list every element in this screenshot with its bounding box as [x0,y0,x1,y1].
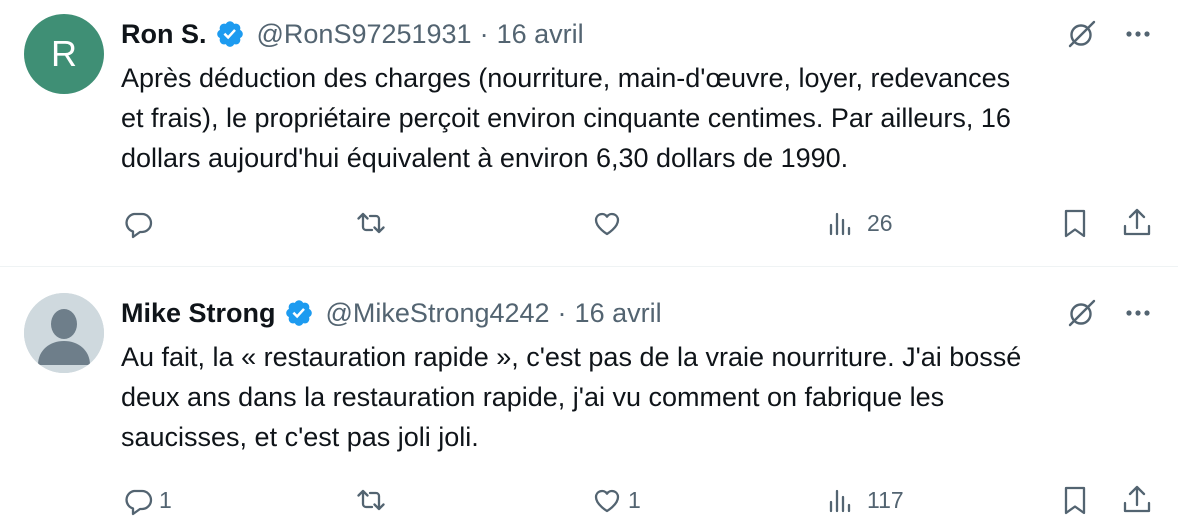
bookmark-icon [1058,483,1092,517]
verified-badge-icon [284,298,314,328]
tweet-header: Ron S. @RonS97251931 · 16 avril [121,14,584,54]
tweet-text-line: dollars aujourd'hui équivalent à environ… [121,143,849,173]
views-button[interactable]: 26 [825,203,893,243]
avatar[interactable]: R [24,14,104,94]
separator: · [557,297,567,328]
bookmark-button[interactable] [1058,480,1092,520]
tweet-text-line: deux ans dans la restauration rapide, j'… [121,382,945,412]
more-icon[interactable] [1120,295,1156,331]
handle[interactable]: @RonS97251931 [257,19,472,50]
action-bar: 26 [0,203,1178,243]
display-name[interactable]: Mike Strong [121,298,276,329]
views-button[interactable]: 117 [825,480,904,520]
reply-button[interactable] [121,203,159,243]
share-button[interactable] [1120,480,1154,520]
grok-icon[interactable] [1064,16,1100,52]
more-icon[interactable] [1120,16,1156,52]
like-button[interactable]: 1 [590,480,641,520]
avatar-letter: R [51,33,77,74]
tweet-text: Au fait, la « restauration rapide », c'e… [121,337,1151,457]
handle[interactable]: @MikeStrong4242 [326,298,550,329]
tweet[interactable]: R Ron S. @RonS97251931 · 16 avril Après … [0,0,1178,266]
retweet-button[interactable] [354,203,392,243]
avatar[interactable] [24,293,104,373]
timestamp[interactable]: 16 avril [575,298,662,329]
like-count: 1 [628,486,641,513]
retweet-icon [354,206,388,240]
views-icon [825,483,859,517]
default-avatar-icon [24,293,104,373]
like-button[interactable] [590,203,628,243]
tweet-header: Mike Strong @MikeStrong4242 · 16 avril [121,293,662,333]
views-icon [825,206,859,240]
tweet-text-line: et frais), le propriétaire perçoit envir… [121,103,1011,133]
bookmark-icon [1058,206,1092,240]
reply-count: 1 [159,486,172,513]
share-button[interactable] [1120,203,1154,243]
tweet[interactable]: Mike Strong @MikeStrong4242 · 16 avril A… [0,266,1178,530]
bookmark-button[interactable] [1058,203,1092,243]
timestamp[interactable]: 16 avril [497,19,584,50]
retweet-button[interactable] [354,480,392,520]
tweet-text-line: Au fait, la « restauration rapide », c'e… [121,342,1022,372]
reply-button[interactable]: 1 [121,480,172,520]
tweet-text: Après déduction des charges (nourriture,… [121,58,1151,178]
like-icon [590,483,624,517]
separator: · [479,18,489,49]
tweet-text-line: Après déduction des charges (nourriture,… [121,63,1011,93]
like-icon [590,206,624,240]
tweet-text-line: saucisses, et c'est pas joli joli. [121,422,479,452]
reply-icon [121,206,155,240]
display-name[interactable]: Ron S. [121,19,207,50]
verified-badge-icon [215,19,245,49]
grok-icon[interactable] [1064,295,1100,331]
share-icon [1120,206,1154,240]
share-icon [1120,483,1154,517]
view-count: 117 [867,486,904,513]
retweet-icon [354,483,388,517]
reply-icon [121,483,155,517]
view-count: 26 [867,209,893,236]
action-bar: 1 1 117 [0,480,1178,520]
